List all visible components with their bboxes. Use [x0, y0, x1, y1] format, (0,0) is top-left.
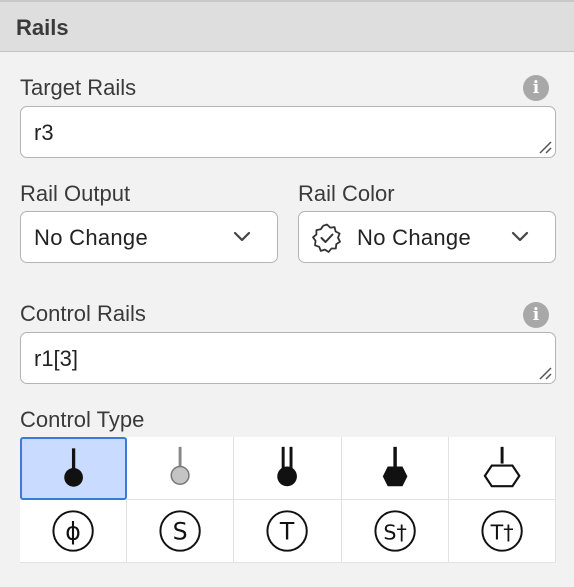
rail-color-select[interactable]: No Change — [298, 211, 556, 263]
control-type-option-hexagon-outline[interactable] — [448, 437, 556, 500]
svg-text:T: T — [279, 517, 295, 545]
rail-output-label: Rail Output — [20, 181, 131, 206]
chevron-down-icon — [511, 231, 529, 242]
control-type-option-gray-dot[interactable] — [127, 437, 235, 500]
s-dagger-circle-icon: S† — [374, 510, 416, 552]
chevron-down-icon — [233, 231, 251, 242]
resize-grip-icon[interactable] — [538, 140, 552, 154]
phi-circle-icon: ϕ — [52, 510, 94, 552]
control-type-option-s[interactable]: S — [127, 500, 235, 563]
badge-outline-icon — [312, 223, 341, 253]
svg-text:ϕ: ϕ — [65, 517, 81, 545]
control-rails-input[interactable]: r1[3] — [20, 332, 556, 384]
control-type-option-t-dagger[interactable]: T† — [448, 500, 556, 563]
filled-dot-control-icon — [64, 448, 83, 487]
rail-color-label: Rail Color — [298, 181, 395, 206]
gray-dot-control-icon — [170, 446, 190, 485]
control-type-option-hexagon-filled[interactable] — [341, 437, 449, 500]
rail-output-value: No Change — [34, 225, 148, 250]
s-circle-icon: S — [159, 510, 201, 552]
target-rails-value: r3 — [34, 120, 54, 145]
control-type-option-filled-dot[interactable] — [20, 437, 128, 500]
panel-header: Rails — [0, 0, 574, 52]
t-dagger-circle-icon: T† — [481, 510, 523, 552]
control-type-option-s-dagger[interactable]: S† — [341, 500, 449, 563]
target-rails-input[interactable]: r3 — [20, 106, 556, 158]
hexagon-outline-control-icon — [483, 446, 521, 488]
rail-color-value: No Change — [357, 225, 471, 250]
svg-text:T†: T† — [489, 520, 513, 544]
control-type-option-t[interactable]: T — [234, 500, 342, 563]
resize-grip-icon[interactable] — [538, 366, 552, 380]
svg-text:S†: S† — [383, 520, 406, 544]
control-type-grid: ϕ S T S† T† — [20, 437, 556, 563]
hexagon-filled-control-icon — [382, 446, 407, 487]
control-type-label: Control Type — [20, 407, 145, 432]
control-rails-label: Control Rails — [20, 301, 146, 326]
t-circle-icon: T — [266, 510, 309, 552]
control-type-option-phi[interactable]: ϕ — [20, 500, 128, 563]
target-rails-label: Target Rails — [20, 75, 137, 100]
control-type-option-double-line-dot[interactable] — [234, 437, 342, 500]
rail-output-select[interactable]: No Change — [20, 211, 278, 263]
control-rails-value: r1[3] — [34, 346, 79, 371]
info-icon[interactable]: i — [523, 302, 549, 328]
info-icon[interactable]: i — [523, 75, 549, 101]
double-line-dot-control-icon — [277, 446, 298, 487]
panel-title: Rails — [16, 15, 69, 40]
svg-text:S: S — [173, 517, 188, 545]
